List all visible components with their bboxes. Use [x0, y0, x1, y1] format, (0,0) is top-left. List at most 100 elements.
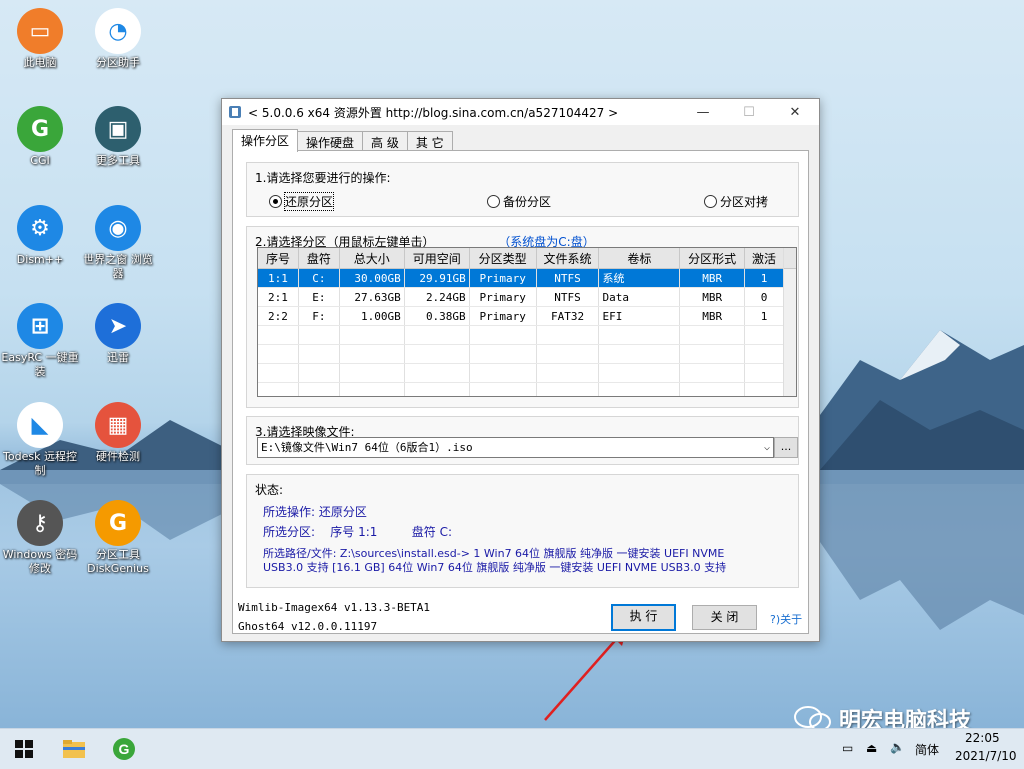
diskgenius-icon: G	[95, 500, 141, 546]
tab-panel: 1.请选择您要进行的操作: 还原分区 备份分区 分区对拷 2.请选择分区（用鼠标…	[232, 150, 809, 634]
desktop-icon-computer[interactable]: ▭ 此电脑	[0, 8, 80, 70]
table-cell: 1	[744, 306, 784, 326]
table-cell	[404, 344, 470, 364]
thunder-icon: ➤	[95, 303, 141, 349]
image-file-combo[interactable]: E:\镜像文件\Win7 64位（6版合1）.iso ⌵	[257, 437, 774, 458]
table-cell	[536, 382, 600, 396]
maximize-button[interactable]: ☐	[726, 99, 772, 125]
column-header[interactable]: 序号	[258, 248, 299, 269]
table-cell: NTFS	[536, 268, 600, 288]
table-cell: 2:2	[258, 306, 299, 326]
table-cell	[598, 325, 681, 345]
close-button[interactable]: 关 闭	[692, 605, 757, 630]
radio-backup[interactable]: 备份分区	[487, 193, 551, 210]
dism-icon: ⚙	[17, 205, 63, 251]
table-cell	[404, 363, 470, 383]
toolbox-icon: ▣	[95, 106, 141, 152]
minimize-button[interactable]: —	[680, 99, 726, 125]
column-header[interactable]: 分区形式	[679, 248, 746, 269]
clock-date[interactable]: 2021/7/10	[955, 749, 1017, 763]
desktop-icon-thunder[interactable]: ➤ 迅雷	[78, 303, 158, 365]
radio-clone-dot[interactable]	[704, 195, 717, 208]
table-cell: F:	[298, 306, 340, 326]
about-link[interactable]: ?)关于	[770, 611, 802, 627]
table-cell: MBR	[679, 287, 746, 307]
table-row[interactable]: 1:1 C: 30.00GB 29.91GB Primary NTFS 系统 MBR 1	[258, 268, 784, 288]
table-cell	[469, 344, 537, 364]
execute-button[interactable]: 执 行	[611, 604, 676, 631]
column-header[interactable]: 盘符	[298, 248, 340, 269]
table-cell	[679, 344, 746, 364]
table-cell	[339, 344, 405, 364]
table-cell	[298, 363, 340, 383]
table-cell	[339, 382, 405, 396]
desktop-icon-chip[interactable]: ▦ 硬件检测	[78, 402, 158, 464]
tab-advanced[interactable]: 高 级	[362, 131, 408, 151]
browser-icon: ◉	[95, 205, 141, 251]
ime-language[interactable]: 简体	[915, 741, 939, 758]
chevron-down-icon[interactable]: ⌵	[764, 438, 770, 457]
radio-backup-label: 备份分区	[503, 195, 552, 209]
start-button[interactable]	[10, 735, 38, 763]
column-header[interactable]: 卷标	[598, 248, 681, 269]
table-cell	[258, 344, 299, 364]
desktop-icon-label: 分区助手	[96, 56, 140, 69]
table-cell	[469, 363, 537, 383]
partition-table-scrollbar[interactable]	[783, 248, 796, 396]
desktop-icon-label: CGI	[30, 154, 50, 167]
wimlib-version: Wimlib-Imagex64 v1.13.3-BETA1	[238, 601, 431, 614]
desktop-icon-todesk[interactable]: ◣ Todesk 远程控制	[0, 402, 80, 478]
title-bar[interactable]: < 5.0.0.6 x64 资源外置 http://blog.sina.com.…	[222, 99, 819, 125]
browse-button[interactable]: ...	[774, 437, 798, 458]
table-cell	[258, 382, 299, 396]
desktop-icon-windows[interactable]: ⊞ EasyRC 一键重装	[0, 303, 80, 379]
desktop-icon-diskgenius[interactable]: G 分区工具 DiskGenius	[78, 500, 158, 576]
status-partition: 所选分区: 序号 1:1 盘符 C:	[263, 525, 452, 539]
table-cell	[744, 325, 784, 345]
desktop-icon-label: 迅雷	[107, 351, 129, 364]
watermark-text: 明宏电脑科技	[839, 709, 972, 728]
table-row	[258, 382, 784, 396]
table-cell: Primary	[469, 306, 537, 326]
chip-icon: ▦	[95, 402, 141, 448]
desktop-icon-key[interactable]: ⚷ Windows 密码修改	[0, 500, 80, 576]
close-window-button[interactable]: ✕	[772, 99, 818, 125]
column-header[interactable]: 文件系统	[536, 248, 600, 269]
usb-icon[interactable]: ⏏	[866, 741, 877, 755]
volume-icon[interactable]: 🔈	[890, 740, 905, 754]
cgi-taskbar-button[interactable]: G	[110, 735, 138, 763]
table-cell: 1.00GB	[339, 306, 405, 326]
desktop-icon-browser[interactable]: ◉ 世界之窗 浏览器	[78, 205, 158, 281]
radio-restore[interactable]: 还原分区	[269, 192, 335, 211]
file-explorer-taskbar-button[interactable]	[60, 735, 88, 763]
desktop-icon-dism[interactable]: ⚙ Dism++	[0, 205, 80, 267]
radio-restore-dot[interactable]	[269, 195, 282, 208]
table-cell	[744, 382, 784, 396]
table-cell: 0	[744, 287, 784, 307]
desktop-icon-toolbox[interactable]: ▣ 更多工具	[78, 106, 158, 168]
table-cell	[404, 382, 470, 396]
desktop-icon-cgi[interactable]: G CGI	[0, 106, 80, 168]
column-header[interactable]: 分区类型	[469, 248, 537, 269]
tab-other[interactable]: 其 它	[406, 131, 453, 151]
table-cell	[536, 344, 600, 364]
table-row[interactable]: 2:2 F: 1.00GB 0.38GB Primary FAT32 EFI MBR 1	[258, 306, 784, 326]
table-cell: 29.91GB	[404, 268, 470, 288]
column-header[interactable]: 总大小	[339, 248, 405, 269]
windows-logo-icon	[15, 740, 33, 758]
desktop-icon-label: Dism++	[16, 253, 64, 266]
radio-clone[interactable]: 分区对拷	[704, 193, 768, 210]
tab-disk[interactable]: 操作硬盘	[297, 131, 364, 151]
desktop-icon-partition-assistant[interactable]: ◔ 分区助手	[78, 8, 158, 70]
svg-text:G: G	[119, 741, 130, 757]
table-cell: 0.38GB	[404, 306, 470, 326]
clock-time[interactable]: 22:05	[965, 731, 1000, 745]
network-icon[interactable]: ▭	[842, 741, 853, 755]
column-header[interactable]: 可用空间	[404, 248, 470, 269]
table-cell	[298, 344, 340, 364]
radio-backup-dot[interactable]	[487, 195, 500, 208]
tab-partition[interactable]: 操作分区	[232, 129, 299, 152]
table-row	[258, 344, 784, 364]
column-header[interactable]: 激活	[744, 248, 784, 269]
table-row[interactable]: 2:1 E: 27.63GB 2.24GB Primary NTFS Data MBR 0	[258, 287, 784, 307]
